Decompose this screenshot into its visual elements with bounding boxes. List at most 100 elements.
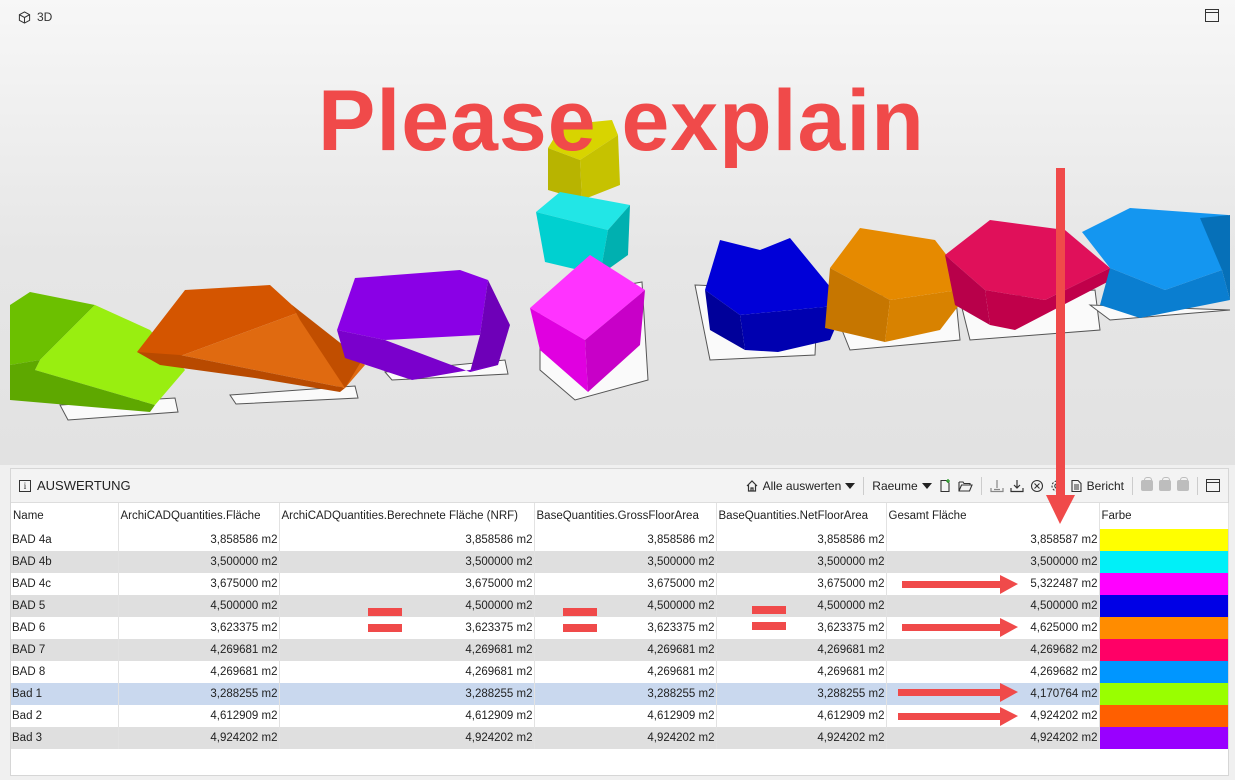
cell-net-floor-area: 4,269681 m2 [716,639,887,661]
evaluate-all-button[interactable]: Alle auswerten [745,479,856,493]
column-header-flaeche[interactable]: ArchiCADQuantities.Fläche [118,503,280,529]
cell-flaeche: 4,269681 m2 [118,639,280,661]
cell-gesamt-flaeche: 3,858587 m2 [886,529,1100,551]
toolbar-separator [980,476,982,495]
cell-net-floor-area: 3,288255 m2 [716,683,887,705]
cell-nrf: 4,612909 m2 [279,705,535,727]
maximize-panel-icon[interactable] [1206,479,1220,492]
table-row[interactable]: BAD 5 4,500000 m2 4,500000 m2 4,500000 m2 4,… [11,595,1228,617]
cell-farbe [1099,727,1228,749]
cell-name: BAD 6 [11,617,119,639]
table-row[interactable]: Bad 1 3,288255 m2 3,288255 m2 3,288255 m2 3,… [11,683,1228,705]
new-file-icon[interactable] [938,478,952,493]
cell-net-floor-area: 4,924202 m2 [716,727,887,749]
cell-nrf: 3,675000 m2 [279,573,535,595]
cell-farbe [1099,595,1228,617]
cell-nrf: 3,623375 m2 [279,617,535,639]
report-label: Bericht [1086,478,1124,493]
panel-header: i AUSWERTUNG Alle auswerten Raeume Beric… [11,469,1228,503]
cell-flaeche: 4,924202 m2 [118,727,280,749]
cell-nrf: 4,269681 m2 [279,661,535,683]
settings-icon[interactable] [1050,479,1064,493]
toolbar-separator [1197,476,1198,495]
evaluate-all-label: Alle auswerten [762,478,842,493]
cell-nrf: 4,500000 m2 [279,595,535,617]
column-header-gesamt-flaeche[interactable]: Gesamt Fläche [886,503,1100,529]
cell-net-floor-area: 3,675000 m2 [716,573,887,595]
table-row[interactable]: BAD 6 3,623375 m2 3,623375 m2 3,623375 m2 3,… [11,617,1228,639]
cell-gesamt-flaeche: 5,322487 m2 [886,573,1100,595]
color-swatch [1099,661,1228,683]
cell-farbe [1099,617,1228,639]
color-swatch [1099,551,1228,573]
cell-flaeche: 3,675000 m2 [118,573,280,595]
color-swatch [1099,595,1228,617]
cell-flaeche: 3,500000 m2 [118,551,280,573]
cell-gross-floor-area: 3,675000 m2 [534,573,717,595]
cell-gross-floor-area: 4,269681 m2 [534,661,717,683]
cell-name: BAD 4a [11,529,119,551]
cell-flaeche: 4,500000 m2 [118,595,280,617]
cell-name: Bad 2 [11,705,119,727]
table-row[interactable]: BAD 7 4,269681 m2 4,269681 m2 4,269681 m2 4,… [11,639,1228,661]
cell-name: Bad 1 [11,683,119,705]
cell-farbe [1099,529,1228,551]
table-row[interactable]: Bad 2 4,612909 m2 4,612909 m2 4,612909 m2 4,… [11,705,1228,727]
cell-gesamt-flaeche: 4,924202 m2 [886,705,1100,727]
rooms-label: Raeume [872,478,918,493]
color-swatch [1099,639,1228,661]
cell-gross-floor-area: 3,288255 m2 [534,683,717,705]
cell-farbe [1099,705,1228,727]
evaluation-panel: i AUSWERTUNG Alle auswerten Raeume Beric… [10,468,1229,776]
color-swatch [1099,573,1228,595]
cell-gesamt-flaeche: 4,500000 m2 [886,595,1100,617]
results-table: Name ArchiCADQuantities.Fläche ArchiCADQ… [11,503,1229,749]
room-bad-3 [337,270,510,380]
column-header-gross-floor-area[interactable]: BaseQuantities.GrossFloorArea [534,503,717,529]
toolbar-separator [1132,476,1133,495]
table-row[interactable]: BAD 4b 3,500000 m2 3,500000 m2 3,500000 m2 3… [11,551,1228,573]
table-row[interactable]: BAD 8 4,269681 m2 4,269681 m2 4,269681 m2 4,… [11,661,1228,683]
chevron-down-icon [845,482,856,489]
column-header-net-floor-area[interactable]: BaseQuantities.NetFloorArea [716,503,887,529]
cell-net-floor-area: 3,858586 m2 [716,529,887,551]
info-icon: i [19,479,31,492]
cell-farbe [1099,551,1228,573]
table-row[interactable]: Bad 3 4,924202 m2 4,924202 m2 4,924202 m2 4,… [11,727,1228,749]
cell-gross-floor-area: 4,612909 m2 [534,705,717,727]
cell-flaeche: 4,612909 m2 [118,705,280,727]
cell-gross-floor-area: 4,500000 m2 [534,595,717,617]
cell-flaeche: 3,288255 m2 [118,683,280,705]
briefcase-icon[interactable] [1159,477,1171,491]
cell-gross-floor-area: 4,269681 m2 [534,639,717,661]
3d-viewport[interactable]: 3D Please explain [0,0,1235,465]
3d-scene[interactable] [0,0,1235,465]
cell-gesamt-flaeche: 4,269682 m2 [886,661,1100,683]
cancel-icon[interactable] [1030,479,1044,493]
table-row[interactable]: BAD 4a 3,858586 m2 3,858586 m2 3,858586 m2 3… [11,529,1228,551]
column-header-name[interactable]: Name [11,503,119,529]
import-icon[interactable] [990,479,1004,493]
briefcase-icon[interactable] [1141,477,1153,491]
cell-gesamt-flaeche: 4,170764 m2 [886,683,1100,705]
cell-gross-floor-area: 4,924202 m2 [534,727,717,749]
table-header-row: Name ArchiCADQuantities.Fläche ArchiCADQ… [11,503,1229,529]
table-row[interactable]: BAD 4c 3,675000 m2 3,675000 m2 3,675000 m2 3… [11,573,1228,595]
rooms-dropdown[interactable]: Raeume [872,478,932,493]
results-table-wrap: Name ArchiCADQuantities.Fläche ArchiCADQ… [11,503,1229,749]
open-folder-icon[interactable] [958,479,973,493]
cell-gesamt-flaeche: 4,625000 m2 [886,617,1100,639]
cell-net-floor-area: 3,623375 m2 [716,617,887,639]
cell-flaeche: 3,623375 m2 [118,617,280,639]
report-button[interactable]: Bericht [1070,479,1124,493]
cell-farbe [1099,683,1228,705]
cell-flaeche: 4,269681 m2 [118,661,280,683]
cell-farbe [1099,573,1228,595]
column-header-nrf[interactable]: ArchiCADQuantities.Berechnete Fläche (NR… [279,503,535,529]
cell-name: Bad 3 [11,727,119,749]
cell-name: BAD 8 [11,661,119,683]
cell-nrf: 4,924202 m2 [279,727,535,749]
briefcase-icon[interactable] [1177,477,1189,491]
column-header-farbe[interactable]: Farbe [1099,503,1229,529]
download-icon[interactable] [1010,479,1024,493]
